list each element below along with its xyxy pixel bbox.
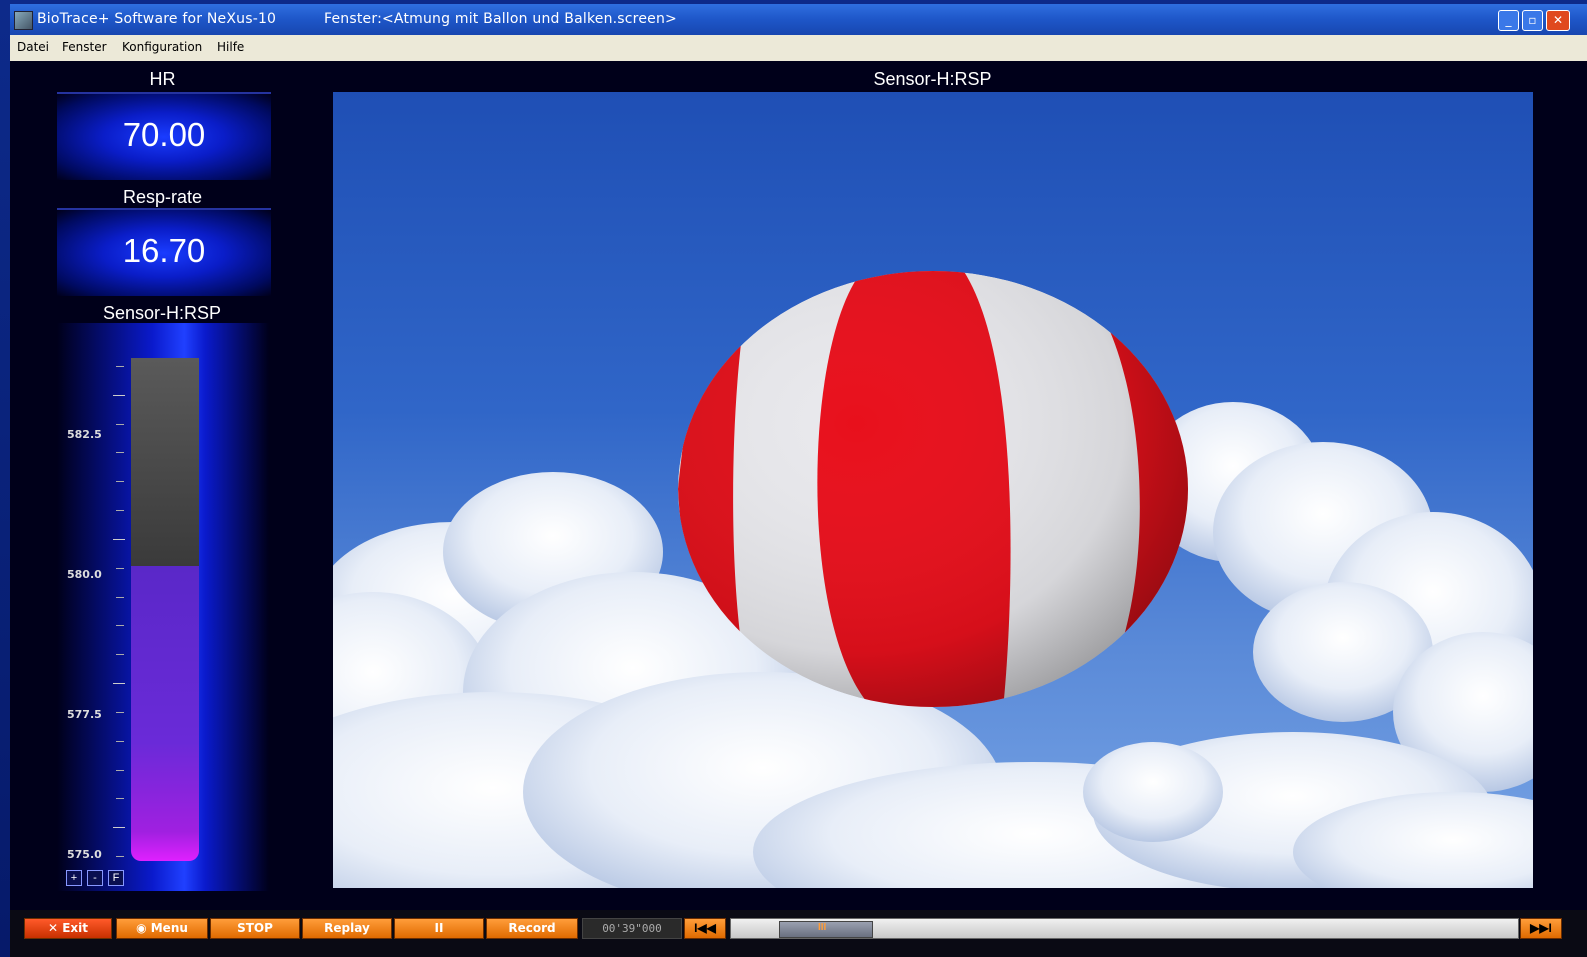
tick-label: 582.5 (67, 428, 102, 441)
bar-tick-mark (116, 510, 124, 512)
striped-balloon (678, 271, 1188, 707)
forward-button[interactable]: ▶▶I (1520, 918, 1562, 939)
tick-label: 577.5 (67, 708, 102, 721)
menu-bar: Datei Fenster Konfiguration Hilfe (10, 35, 1587, 61)
tick-label: 580.0 (67, 568, 102, 581)
replay-button[interactable]: Replay (302, 918, 392, 939)
app-icon (14, 11, 33, 30)
rewind-button[interactable]: I◀◀ (684, 918, 726, 939)
bar-tick-mark (113, 394, 125, 396)
time-display: 00'39"000 (582, 918, 682, 939)
bar-tick-mark (116, 625, 124, 627)
resp-rate-value: 16.70 (57, 208, 271, 296)
hr-value: 70.00 (57, 92, 271, 180)
bar-tick-mark (116, 423, 124, 425)
bar-tick-mark (116, 654, 124, 656)
hr-label: HR (149, 69, 176, 89)
thumb-grip: III (818, 922, 827, 933)
bottom-toolbar: ✕ Exit ◉ Menu STOP Replay II Record 00'3… (10, 910, 1587, 957)
screen-title: Fenster:<Atmung mit Ballon und Balken.sc… (324, 11, 677, 27)
menu-hilfe[interactable]: Hilfe (217, 40, 244, 54)
sky-clouds-balloon-image (333, 271, 1533, 888)
bar-tick-mark (116, 740, 124, 742)
tick-label: 575.0 (67, 848, 102, 861)
timeline-scrollbar[interactable]: III (730, 918, 1519, 939)
scene-label: Sensor-H:RSP (873, 69, 992, 89)
zoom-out-button[interactable]: - (87, 870, 103, 886)
bar-tick-mark (116, 596, 124, 598)
bar-tick-mark (113, 827, 125, 829)
bar-tick-mark (116, 769, 124, 771)
bar-tick-mark (116, 452, 124, 454)
bar-tick-mark (116, 798, 124, 800)
menu-datei[interactable]: Datei (17, 40, 49, 54)
bar-gauge-empty (131, 358, 199, 568)
menu-icon: ◉ (136, 921, 151, 935)
balloon-scene (333, 92, 1533, 888)
bar-tick-mark (116, 856, 124, 857)
bar-sensor-label: Sensor-H:RSP (102, 303, 222, 323)
bar-tick-mark (113, 683, 125, 685)
fit-button[interactable]: F (108, 870, 124, 886)
stop-button[interactable]: STOP (210, 918, 300, 939)
menu-konfiguration[interactable]: Konfiguration (122, 40, 202, 54)
maximize-button[interactable]: ▫ (1522, 10, 1543, 31)
app-window: BioTrace+ Software for NeXus-10 Fenster:… (0, 0, 1587, 957)
exit-button[interactable]: ✕ Exit (24, 918, 112, 939)
exit-icon: ✕ (47, 921, 63, 935)
record-button[interactable]: Record (486, 918, 578, 939)
close-button[interactable]: ✕ (1546, 10, 1570, 31)
app-title: BioTrace+ Software for NeXus-10 (37, 11, 277, 27)
bar-tick-mark (116, 567, 124, 569)
zoom-in-button[interactable]: + (66, 870, 82, 886)
minimize-button[interactable]: _ (1498, 10, 1519, 31)
pause-button[interactable]: II (394, 918, 484, 939)
bar-tick-mark (116, 711, 124, 713)
title-bar: BioTrace+ Software for NeXus-10 Fenster:… (10, 4, 1587, 35)
timeline-thumb[interactable]: III (779, 921, 873, 938)
bar-tick-mark (113, 538, 125, 540)
resp-rate-label: Resp-rate (122, 187, 203, 207)
bar-tick-mark (116, 481, 124, 483)
bar-tick-mark (116, 366, 124, 367)
bar-gauge-fill (131, 566, 199, 861)
menu-button[interactable]: ◉ Menu (116, 918, 208, 939)
menu-fenster[interactable]: Fenster (62, 40, 107, 54)
